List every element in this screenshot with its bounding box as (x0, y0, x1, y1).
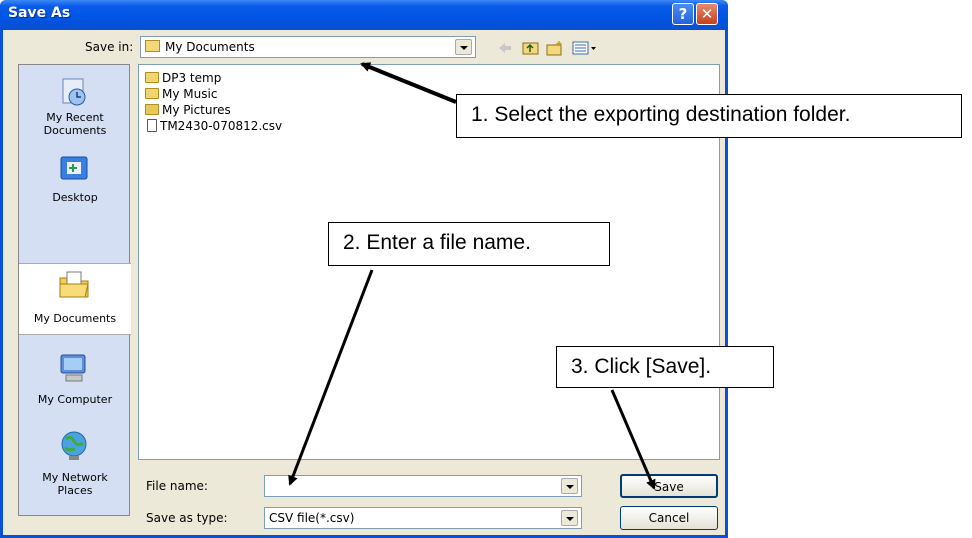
callout-select-folder: 1. Select the exporting destination fold… (456, 94, 962, 138)
arrow-3 (610, 389, 656, 490)
callout-arrows (288, 62, 656, 490)
arrow-1 (360, 62, 457, 104)
arrow-2 (288, 269, 374, 486)
callout-click-save: 3. Click [Save]. (556, 346, 774, 388)
callout-enter-filename: 2. Enter a file name. (328, 222, 610, 266)
